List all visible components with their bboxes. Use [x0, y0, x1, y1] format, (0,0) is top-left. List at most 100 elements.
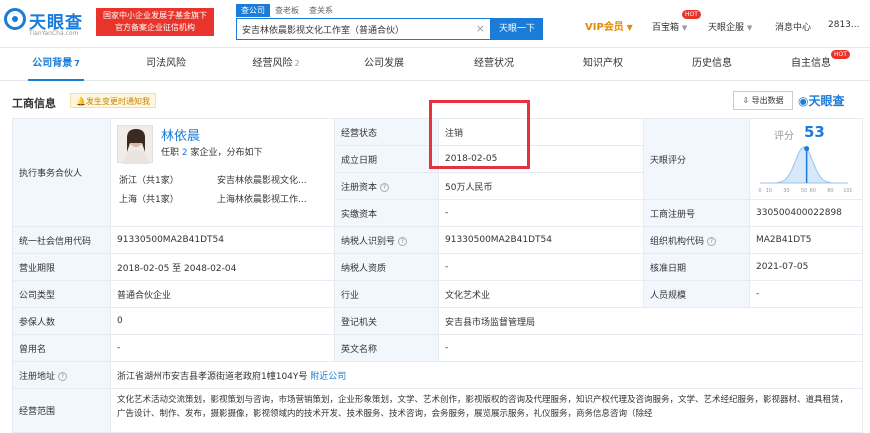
toolbox-label: 百宝箱 — [652, 23, 680, 33]
region-shanghai: 上海（共1家） — [119, 195, 179, 205]
tab-label: 自主信息 — [791, 58, 831, 69]
uscc-label: 统一社会信用代码 — [12, 226, 111, 254]
partner-label: 执行事务合伙人 — [12, 118, 111, 227]
capital-label: 注册资本? — [334, 172, 439, 200]
notify-label: 发生变更时通知我 — [85, 97, 150, 106]
vip-label: VIP会员 — [585, 22, 624, 33]
industry-value: 文化艺术业 — [438, 280, 644, 308]
notify-change-button[interactable]: 🔔发生变更时通知我 — [70, 93, 156, 108]
region-company-link[interactable]: 上海林依晨影视工作... — [217, 192, 321, 205]
region-zhejiang: 浙江（共1家） — [119, 176, 179, 186]
help-icon[interactable]: ? — [707, 236, 717, 246]
vip-link[interactable]: VIP会员 ▼ — [585, 18, 633, 33]
former-name-value: - — [110, 334, 335, 362]
english-name-label: 英文名称 — [334, 334, 439, 362]
role-prefix: 任职 — [161, 148, 180, 158]
eye-logo-icon: ◉ — [798, 94, 809, 108]
tab-judicial-risk[interactable]: 司法风险 — [138, 49, 194, 81]
user-menu[interactable]: 2813... — [828, 20, 860, 30]
watermark-logo: ◉天眼查 — [798, 92, 845, 109]
toolbox-link[interactable]: 百宝箱 ▼ HOT — [652, 10, 701, 33]
english-name-value: - — [438, 334, 863, 362]
score-tick-label: 10 — [766, 188, 772, 194]
tab-operational-risk[interactable]: 经营风险 2 — [246, 49, 306, 81]
address-text: 浙江省湖州市安吉县孝源街道老政府1幢104Y号 — [117, 371, 308, 382]
partner-name-link[interactable]: 林依晨 — [161, 125, 200, 144]
export-data-button[interactable]: ⇩ 导出数据 — [733, 91, 793, 110]
taxid-label: 纳税人识别号? — [334, 226, 439, 254]
staff-size-value: - — [749, 280, 863, 308]
export-label: 导出数据 — [751, 96, 784, 105]
section-title: 工商信息 — [12, 97, 56, 110]
partner-cell: 林依晨 任职 2 家企业，分布如下 浙江（共1家） 安吉林依晨影视文化... 上… — [110, 118, 335, 227]
chevron-down-icon: ▼ — [626, 23, 633, 32]
capital-value: 50万人民币 — [438, 172, 644, 200]
score-tick-label: 30 — [783, 188, 789, 194]
banner-line-2: 官方备案企业征信机构 — [115, 23, 195, 32]
highlight-annotation-box — [429, 100, 530, 169]
help-icon[interactable]: ? — [58, 371, 68, 381]
export-icon: ⇩ — [742, 96, 750, 105]
score-title: 评分 — [774, 131, 794, 142]
enterprise-service-link[interactable]: 天眼企服 ▼ — [708, 20, 752, 33]
logo-subtext: TianYanCha.com — [29, 30, 79, 37]
company-type-value: 普通合伙企业 — [110, 280, 335, 308]
eye-logo-icon — [4, 8, 26, 30]
score-value: 53 — [804, 123, 825, 141]
banner-line-1: 国家中小企业发展子基金旗下 — [103, 11, 207, 20]
score-cell[interactable]: 评分 53 0 10 30 50 60 80 100 — [749, 118, 863, 200]
tab-label: 经营风险 — [252, 58, 293, 69]
promo-banner[interactable]: 国家中小企业发展子基金旗下 官方备案企业征信机构 — [96, 8, 214, 36]
tab-company-development[interactable]: 公司发展 — [356, 49, 412, 81]
tab-label: 司法风险 — [146, 58, 186, 69]
search-tab-relation[interactable]: 查关系 — [304, 4, 338, 17]
search-box: × — [236, 18, 491, 40]
orgcode-label: 组织机构代码? — [643, 226, 750, 254]
role-suffix: 家企业，分布如下 — [190, 148, 263, 158]
tab-business-status[interactable]: 经营状况 — [466, 49, 522, 81]
former-name-label: 曾用名 — [12, 334, 111, 362]
avatar[interactable] — [117, 125, 153, 164]
uscc-value: 91330500MA2B41DT54 — [110, 226, 335, 254]
reg-no-value: 330500400022898 — [749, 199, 863, 227]
help-icon[interactable]: ? — [380, 182, 390, 192]
logo[interactable]: 天眼查 TianYanCha.com — [4, 8, 90, 38]
tax-qualification-label: 纳税人资质 — [334, 253, 439, 281]
tab-company-background[interactable]: 公司背景 7 — [28, 49, 84, 81]
term-label: 营业期限 — [12, 253, 111, 281]
score-tick-label: 100 — [843, 188, 852, 194]
term-value: 2018-02-05 至 2048-02-04 — [110, 253, 335, 281]
region-company-link[interactable]: 安吉林依晨影视文化... — [217, 173, 321, 186]
status-label: 经营状态 — [334, 118, 439, 146]
orgcode-value: MA2B41DT5 — [749, 226, 863, 254]
scope-label: 经营范围 — [12, 388, 111, 433]
score-label: 天眼评分 — [643, 118, 750, 200]
main-tabs: 公司背景 7 司法风险 经营风险 2 公司发展 经营状况 知识产权 历史信息 自主信… — [0, 49, 870, 81]
paid-capital-value: - — [438, 199, 644, 227]
orgcode-label-text: 组织机构代码 — [650, 236, 705, 247]
founded-label: 成立日期 — [334, 145, 439, 173]
capital-label-text: 注册资本 — [341, 182, 378, 193]
tab-intellectual-property[interactable]: 知识产权 — [575, 49, 631, 81]
help-icon[interactable]: ? — [398, 236, 408, 246]
search-tab-company[interactable]: 查公司 — [236, 4, 270, 17]
message-center-link[interactable]: 消息中心 — [775, 20, 811, 33]
enterprise-service-label: 天眼企服 — [708, 23, 745, 33]
tab-history[interactable]: 历史信息 — [684, 49, 740, 81]
tab-label: 公司背景 — [32, 58, 73, 69]
search-button[interactable]: 天眼一下 — [491, 18, 543, 40]
tab-label: 公司发展 — [364, 58, 404, 69]
tax-qualification-value: - — [438, 253, 644, 281]
authority-label: 登记机关 — [334, 307, 439, 335]
clear-icon[interactable]: × — [476, 22, 485, 35]
address-label-text: 注册地址 — [19, 371, 56, 382]
search-tab-boss[interactable]: 查老板 — [270, 4, 304, 17]
tab-self-info[interactable]: 自主信息 HOT — [783, 49, 850, 81]
industry-label: 行业 — [334, 280, 439, 308]
search-input[interactable] — [237, 19, 467, 39]
nearby-companies-link[interactable]: 附近公司 — [310, 372, 346, 382]
tab-label: 经营状况 — [474, 58, 514, 69]
bell-icon: 🔔 — [76, 97, 86, 106]
chevron-down-icon: ▼ — [746, 24, 753, 32]
insured-value: 0 — [110, 307, 335, 335]
